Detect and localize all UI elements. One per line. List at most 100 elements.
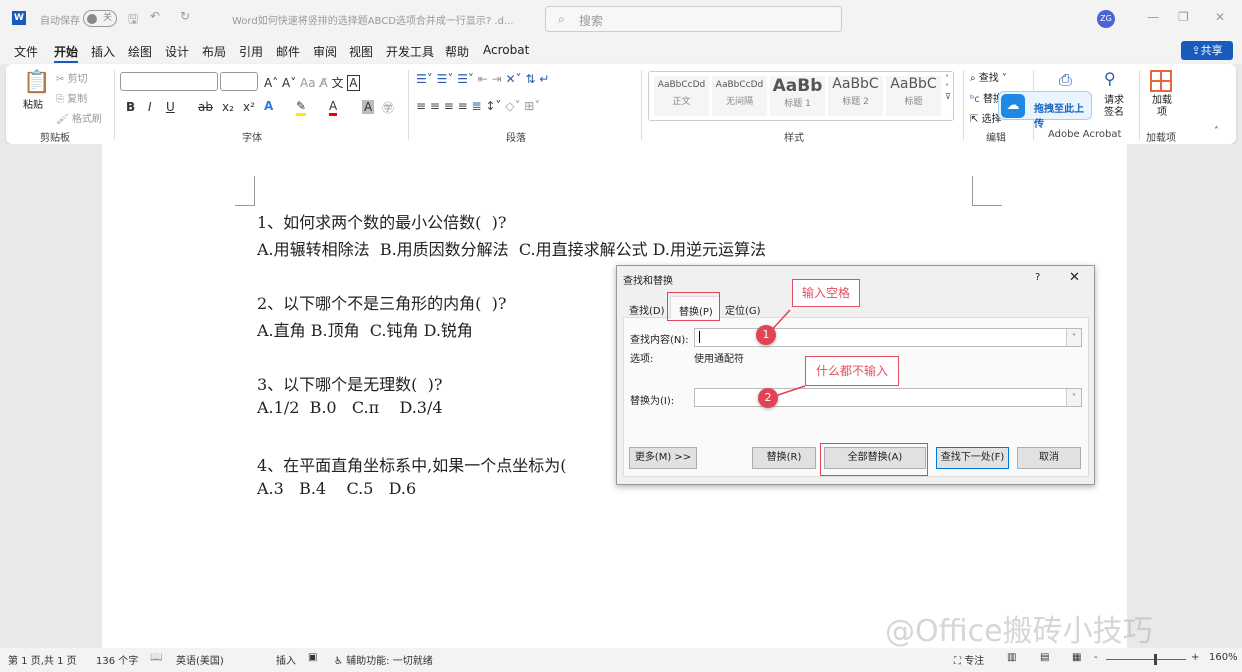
tab-acrobat[interactable]: Acrobat	[483, 43, 529, 57]
italic-icon[interactable]: I	[148, 100, 152, 114]
language[interactable]: 英语(美国)	[176, 652, 224, 667]
addins-icon[interactable]	[1150, 70, 1172, 92]
dialog-close-icon[interactable]: ✕	[1069, 270, 1080, 285]
upload-popup[interactable]: ☁ 拖拽至此上传	[998, 91, 1092, 130]
redo-icon[interactable]: ↻	[180, 9, 190, 23]
subscript-icon[interactable]: x₂	[222, 100, 234, 114]
undo-icon[interactable]: ↶	[150, 9, 160, 23]
document-title[interactable]: Word如何快速将竖排的选择题ABCD选项合并成一行显示? .d...	[232, 12, 513, 27]
web-layout-icon[interactable]: ▦	[1072, 652, 1081, 663]
highlight-icon[interactable]: ✎	[296, 99, 307, 116]
style-title[interactable]: AaBbC 标题	[886, 76, 941, 116]
collapse-ribbon-icon[interactable]: ˄	[1214, 126, 1219, 137]
copy-button[interactable]: ⎘ 复制	[56, 90, 87, 105]
read-mode-icon[interactable]: ▥	[1007, 652, 1016, 663]
zoom-level[interactable]: 160%	[1209, 652, 1238, 663]
word-count[interactable]: 136 个字	[96, 652, 138, 667]
options-value: 使用通配符	[694, 354, 744, 365]
replace-button[interactable]: 替换(R)	[752, 447, 816, 469]
proofing-icon[interactable]: 📖	[150, 652, 162, 663]
cancel-button[interactable]: 取消	[1017, 447, 1081, 469]
tab-design[interactable]: 设计	[165, 43, 189, 60]
zoom-out-icon[interactable]: -	[1094, 652, 1098, 663]
grow-font-icon[interactable]: A˄ A˅ Aa A̸ 文 A	[264, 74, 360, 91]
select-button[interactable]: ⇱ 选择	[970, 110, 1002, 125]
share-pdf-icon[interactable]: ⎙	[1059, 70, 1072, 90]
tab-home[interactable]: 开始	[54, 43, 79, 63]
tab-file[interactable]: 文件	[14, 43, 38, 60]
word-logo-icon: W	[12, 11, 26, 25]
format-painter-button[interactable]: 🖌 格式刷	[56, 110, 102, 125]
tab-references[interactable]: 引用	[239, 43, 263, 60]
bullets-icon[interactable]: ☰˅ ☰˅ ☰˅ ⇤ ⇥ ✕˅ ⇅ ↵	[416, 72, 549, 86]
macro-icon[interactable]: ▣	[308, 652, 317, 663]
zoom-slider[interactable]	[1106, 654, 1186, 665]
find-button[interactable]: ⌕ 查找 ˅	[970, 69, 1007, 84]
avatar[interactable]: ZG	[1097, 10, 1115, 28]
save-icon[interactable]: 🖫	[128, 10, 138, 31]
page-count[interactable]: 第 1 页,共 1 页	[8, 652, 77, 667]
style-normal[interactable]: AaBbCcDd 正文	[654, 76, 709, 116]
tab-find[interactable]: 查找(D)	[629, 302, 665, 317]
help-button[interactable]: ?	[1035, 272, 1040, 283]
tab-draw[interactable]: 绘图	[128, 43, 152, 60]
style-heading-1[interactable]: AaBb 标题 1	[770, 76, 825, 116]
style-no-spacing[interactable]: AaBbCcDd 无间隔	[712, 76, 767, 116]
tab-mailings[interactable]: 邮件	[276, 43, 300, 60]
insert-mode[interactable]: 插入	[276, 652, 296, 667]
find-label: 查找内容(N):	[630, 335, 689, 346]
step-badge-1: 1	[756, 325, 776, 345]
request-sign-icon[interactable]: ⚲	[1104, 69, 1116, 88]
search-icon: ⌕	[558, 12, 565, 26]
underline-icon[interactable]: U	[166, 100, 175, 114]
styles-gallery: AaBbCcDd 正文 AaBbCcDd 无间隔 AaBb 标题 1 AaBbC 标题 …	[648, 71, 954, 121]
minimize-icon[interactable]: —	[1147, 10, 1159, 24]
print-layout-icon[interactable]: ▤	[1040, 652, 1049, 663]
request-sign-button[interactable]: 请求签名	[1104, 95, 1128, 119]
find-input[interactable]: ˅	[694, 328, 1082, 347]
font-name-select[interactable]	[120, 72, 218, 91]
chevron-down-icon: ˅	[1066, 329, 1081, 346]
paste-icon[interactable]: 📋	[23, 70, 50, 95]
question-4: 4、在平面直角坐标系中,如果一个点坐标为(	[257, 456, 567, 475]
share-button[interactable]: ⇪共享	[1181, 41, 1233, 60]
share-icon: ⇪	[1191, 44, 1201, 57]
tab-developer[interactable]: 开发工具	[386, 43, 434, 60]
char-shading-icon[interactable]: A	[362, 100, 375, 114]
strikethrough-icon[interactable]: ab	[198, 100, 213, 114]
restore-icon[interactable]: ❐	[1178, 10, 1189, 24]
step-badge-2: 2	[758, 388, 778, 408]
align-icons[interactable]: ≡ ≡ ≡ ≡ ≣ ↕˅ ◇˅ ⊞˅	[416, 99, 540, 113]
paste-button[interactable]: 粘贴	[23, 96, 43, 111]
addins-button[interactable]: 加载项	[1152, 95, 1172, 119]
style-heading-2[interactable]: AaBbC 标题 2	[828, 76, 883, 116]
bold-icon[interactable]: B	[126, 100, 135, 114]
tab-view[interactable]: 视图	[349, 43, 373, 60]
font-color-icon[interactable]: A	[329, 99, 338, 116]
zoom-in-icon[interactable]: +	[1191, 652, 1199, 663]
dialog-title: 查找和替换	[623, 276, 673, 287]
superscript-icon[interactable]: x²	[243, 100, 255, 114]
tab-goto[interactable]: 定位(G)	[725, 302, 761, 317]
tab-review[interactable]: 审阅	[313, 43, 337, 60]
styles-group-label: 样式	[784, 133, 804, 144]
replace-input[interactable]: ˅	[694, 388, 1082, 407]
search-box[interactable]: ⌕ 搜索	[545, 6, 842, 32]
accessibility-status[interactable]: ♿ 辅助功能: 一切就绪	[334, 652, 433, 667]
styles-scroll-icon[interactable]: ˄ ˅ ⊽	[945, 74, 951, 101]
tab-insert[interactable]: 插入	[91, 43, 115, 60]
text-effects-icon[interactable]: A	[264, 99, 273, 113]
enclose-char-icon[interactable]: ㊫	[382, 99, 394, 116]
more-button[interactable]: 更多(M) >>	[629, 447, 697, 469]
font-size-select[interactable]	[220, 72, 258, 91]
find-next-button[interactable]: 查找下一处(F)	[936, 447, 1009, 469]
focus-button[interactable]: ⛶ 专注	[954, 652, 984, 667]
autosave-toggle[interactable]: 关	[83, 10, 117, 27]
tab-help[interactable]: 帮助	[445, 43, 469, 60]
paragraph-group-label: 段落	[506, 133, 526, 144]
cut-button[interactable]: ✂ 剪切	[56, 70, 88, 85]
addins-group-label: 加载项	[1146, 133, 1176, 144]
tab-layout[interactable]: 布局	[202, 43, 226, 60]
close-icon[interactable]: ✕	[1215, 10, 1225, 24]
highlight-replace-all	[820, 443, 928, 476]
